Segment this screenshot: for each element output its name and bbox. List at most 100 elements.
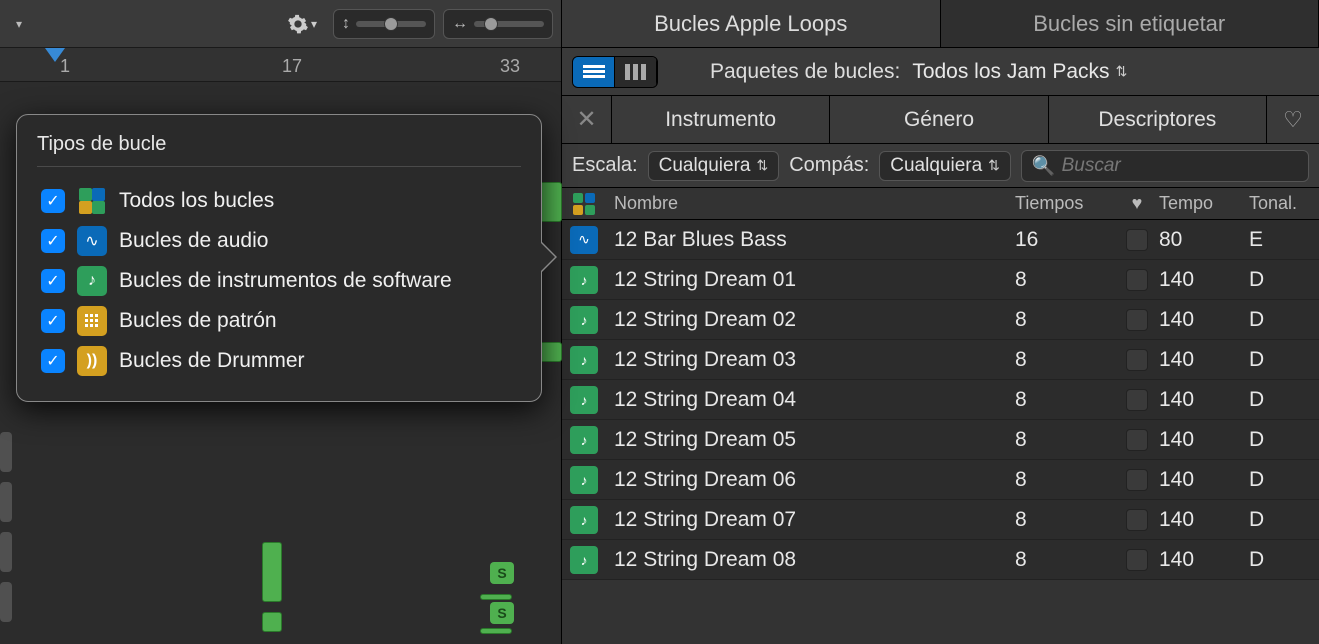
midi-region[interactable] [480,628,512,634]
loop-tempo: 140 [1159,468,1249,492]
packs-select[interactable]: Todos los Jam Packs ⇅ [912,60,1127,84]
loop-tempo: 140 [1159,308,1249,332]
loop-name: 12 String Dream 04 [606,388,1015,412]
midi-region[interactable] [262,542,282,602]
clear-filters-button[interactable]: ✕ [562,96,612,143]
checkbox-checked[interactable]: ✓ [41,229,65,253]
chevron-updown-icon: ⇅ [1116,63,1128,80]
loop-beats: 8 [1015,348,1115,372]
arrange-toolbar: ▾ ▾ ↕ ↔ [0,0,561,48]
loop-row[interactable]: ♪12 String Dream 068140D [562,460,1319,500]
horizontal-zoom[interactable]: ↔ [443,9,553,39]
loop-beats: 16 [1015,228,1115,252]
popover-title: Tipos de bucle [37,133,521,156]
pattern-loop-icon [77,306,107,336]
software-loop-icon: ♪ [570,466,598,494]
midi-region[interactable] [262,612,282,632]
favorite-checkbox[interactable] [1126,389,1148,411]
scale-select[interactable]: Cualquiera ⇅ [648,151,780,181]
gear-menu[interactable]: ▾ [287,13,317,35]
checkbox-checked[interactable]: ✓ [41,309,65,333]
col-tempo[interactable]: Tempo [1159,193,1249,214]
loop-row[interactable]: ∿12 Bar Blues Bass1680E [562,220,1319,260]
track-header-stub[interactable] [0,432,12,472]
loop-types-popover: Tipos de bucle ✓Todos los bucles✓∿Bucles… [16,114,542,402]
loop-type-option[interactable]: ✓Todos los bucles [37,181,521,221]
loop-tempo: 140 [1159,268,1249,292]
midi-region[interactable] [480,594,512,600]
tab-untagged-loops[interactable]: Bucles sin etiquetar [941,0,1319,47]
loop-beats: 8 [1015,548,1115,572]
loop-row[interactable]: ♪12 String Dream 028140D [562,300,1319,340]
loop-browser: Bucles Apple Loops Bucles sin etiquetar … [562,0,1319,644]
button-view-list[interactable] [573,57,615,87]
favorite-checkbox[interactable] [1126,429,1148,451]
col-name[interactable]: Nombre [606,193,1015,214]
loop-name: 12 String Dream 07 [606,508,1015,532]
filter-instrument[interactable]: Instrumento [612,96,830,143]
software-loop-icon: ♪ [570,266,598,294]
favorite-checkbox[interactable] [1126,229,1148,251]
option-label: Bucles de patrón [119,309,277,333]
favorite-checkbox[interactable] [1126,269,1148,291]
filter-genre[interactable]: Género [830,96,1048,143]
button-view-column[interactable] [615,57,657,87]
loop-type-option[interactable]: ✓))Bucles de Drummer [37,341,521,381]
track-header-stub[interactable] [0,582,12,622]
timeline-ruler[interactable]: 1 17 33 [0,48,561,82]
chevron-updown-icon: ⇅ [757,157,769,174]
vertical-zoom[interactable]: ↕ [333,9,435,39]
loop-type-option[interactable]: ✓♪Bucles de instrumentos de software [37,261,521,301]
loop-type-option[interactable]: ✓∿Bucles de audio [37,221,521,261]
loop-list-header: Nombre Tiempos ♥ Tempo Tonal. [562,188,1319,220]
software-loop-icon: ♪ [570,546,598,574]
search-icon: 🔍 [1032,154,1056,178]
search-input[interactable]: 🔍 Buscar [1021,150,1309,182]
loop-row[interactable]: ♪12 String Dream 038140D [562,340,1319,380]
solo-badge[interactable]: S [490,602,514,624]
loop-row[interactable]: ♪12 String Dream 048140D [562,380,1319,420]
scale-label: Escala: [572,154,638,177]
compas-select[interactable]: Cualquiera ⇅ [879,151,1011,181]
favorite-checkbox[interactable] [1126,309,1148,331]
col-beats[interactable]: Tiempos [1015,193,1115,214]
drummer-loop-icon: )) [77,346,107,376]
filter-row: ✕ Instrumento Género Descriptores ♡ [562,96,1319,144]
favorite-checkbox[interactable] [1126,469,1148,491]
loop-key: D [1249,548,1319,572]
favorite-checkbox[interactable] [1126,549,1148,571]
checkbox-checked[interactable]: ✓ [41,189,65,213]
favorite-checkbox[interactable] [1126,509,1148,531]
track-header-stub[interactable] [0,532,12,572]
loop-row[interactable]: ♪12 String Dream 018140D [562,260,1319,300]
loop-tempo: 140 [1159,548,1249,572]
loop-name: 12 String Dream 02 [606,308,1015,332]
col-favorite[interactable]: ♥ [1115,193,1159,214]
loop-tempo: 140 [1159,348,1249,372]
chevron-down-icon: ▾ [311,17,317,31]
loop-key: D [1249,268,1319,292]
loop-key: D [1249,388,1319,412]
solo-badge[interactable]: S [490,562,514,584]
track-header-stub[interactable] [0,482,12,522]
filter-descriptors[interactable]: Descriptores [1049,96,1267,143]
loop-name: 12 String Dream 06 [606,468,1015,492]
checkbox-checked[interactable]: ✓ [41,269,65,293]
loop-type-option[interactable]: ✓ Bucles de patrón [37,301,521,341]
track-dropdown[interactable]: ▾ [4,12,34,36]
horizontal-arrows-icon: ↔ [452,15,468,33]
tab-apple-loops[interactable]: Bucles Apple Loops [562,0,941,47]
col-type-icon[interactable] [562,192,606,216]
loop-beats: 8 [1015,428,1115,452]
col-key[interactable]: Tonal. [1249,193,1319,214]
loop-row[interactable]: ♪12 String Dream 078140D [562,500,1319,540]
loop-row[interactable]: ♪12 String Dream 058140D [562,420,1319,460]
chevron-updown-icon: ⇅ [988,157,1000,174]
loop-beats: 8 [1015,508,1115,532]
loop-name: 12 String Dream 08 [606,548,1015,572]
loop-row[interactable]: ♪ 12 String Dream 088 140D [562,540,1319,580]
packs-row: Paquetes de bucles: Todos los Jam Packs … [562,48,1319,96]
filter-favorites[interactable]: ♡ [1267,96,1319,143]
checkbox-checked[interactable]: ✓ [41,349,65,373]
favorite-checkbox[interactable] [1126,349,1148,371]
